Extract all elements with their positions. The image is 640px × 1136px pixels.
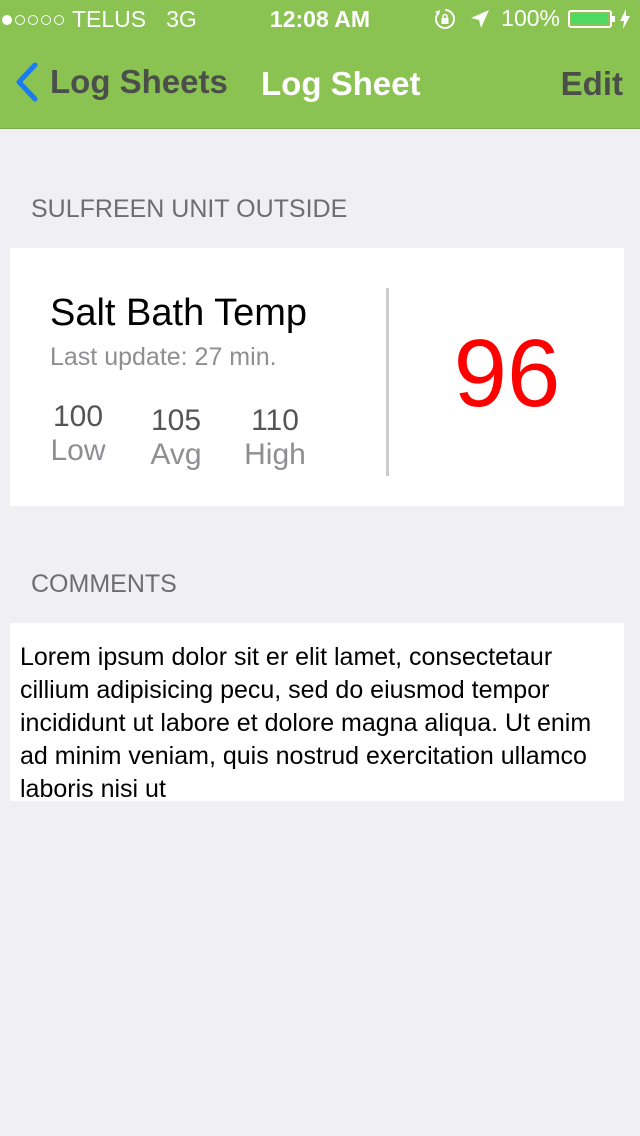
status-bar: TELUS 3G 12:08 AM 100% xyxy=(0,0,640,40)
back-button[interactable]: Log Sheets xyxy=(14,62,228,102)
status-right: 100% xyxy=(433,5,632,32)
battery-fill xyxy=(572,13,608,24)
nav-title: Log Sheet xyxy=(261,65,421,102)
stat-avg: 105 Avg xyxy=(138,404,214,472)
stat-high-value: 110 xyxy=(251,404,299,437)
battery-percent: 100% xyxy=(501,5,560,31)
vertical-divider xyxy=(386,288,389,476)
last-update-text: Last update: 27 min. xyxy=(50,343,277,371)
rotation-lock-icon xyxy=(435,8,456,29)
current-value: 96 xyxy=(453,320,561,427)
charging-bolt-icon xyxy=(620,8,630,29)
section-header-unit: SULFREEN UNIT OUTSIDE xyxy=(31,195,348,223)
comments-field[interactable]: Lorem ipsum dolor sit er elit lamet, con… xyxy=(10,623,624,801)
metric-card[interactable]: Salt Bath Temp Last update: 27 min. 100 … xyxy=(10,248,624,506)
edit-button[interactable]: Edit xyxy=(561,65,623,103)
stat-low-label: Low xyxy=(50,434,106,467)
location-arrow-icon xyxy=(471,9,490,28)
stat-low: 100 Low xyxy=(40,400,116,468)
battery-nub xyxy=(612,15,615,22)
nav-bar: Log Sheets Log Sheet Edit xyxy=(0,40,640,128)
comments-text: Lorem ipsum dolor sit er elit lamet, con… xyxy=(20,643,592,801)
chevron-left-icon xyxy=(16,62,38,102)
metric-title: Salt Bath Temp xyxy=(50,292,308,334)
stat-avg-value: 105 xyxy=(150,404,202,437)
navigation-header: TELUS 3G 12:08 AM 100% Log Sheets Log Sh… xyxy=(0,0,640,129)
stat-high: 110 High xyxy=(238,404,312,472)
section-header-comments: COMMENTS xyxy=(31,570,177,598)
back-button-label: Log Sheets xyxy=(50,63,228,100)
stat-avg-label: Avg xyxy=(150,438,202,471)
battery-icon xyxy=(568,9,615,28)
stat-high-label: High xyxy=(244,438,306,471)
stat-low-value: 100 xyxy=(52,400,104,433)
